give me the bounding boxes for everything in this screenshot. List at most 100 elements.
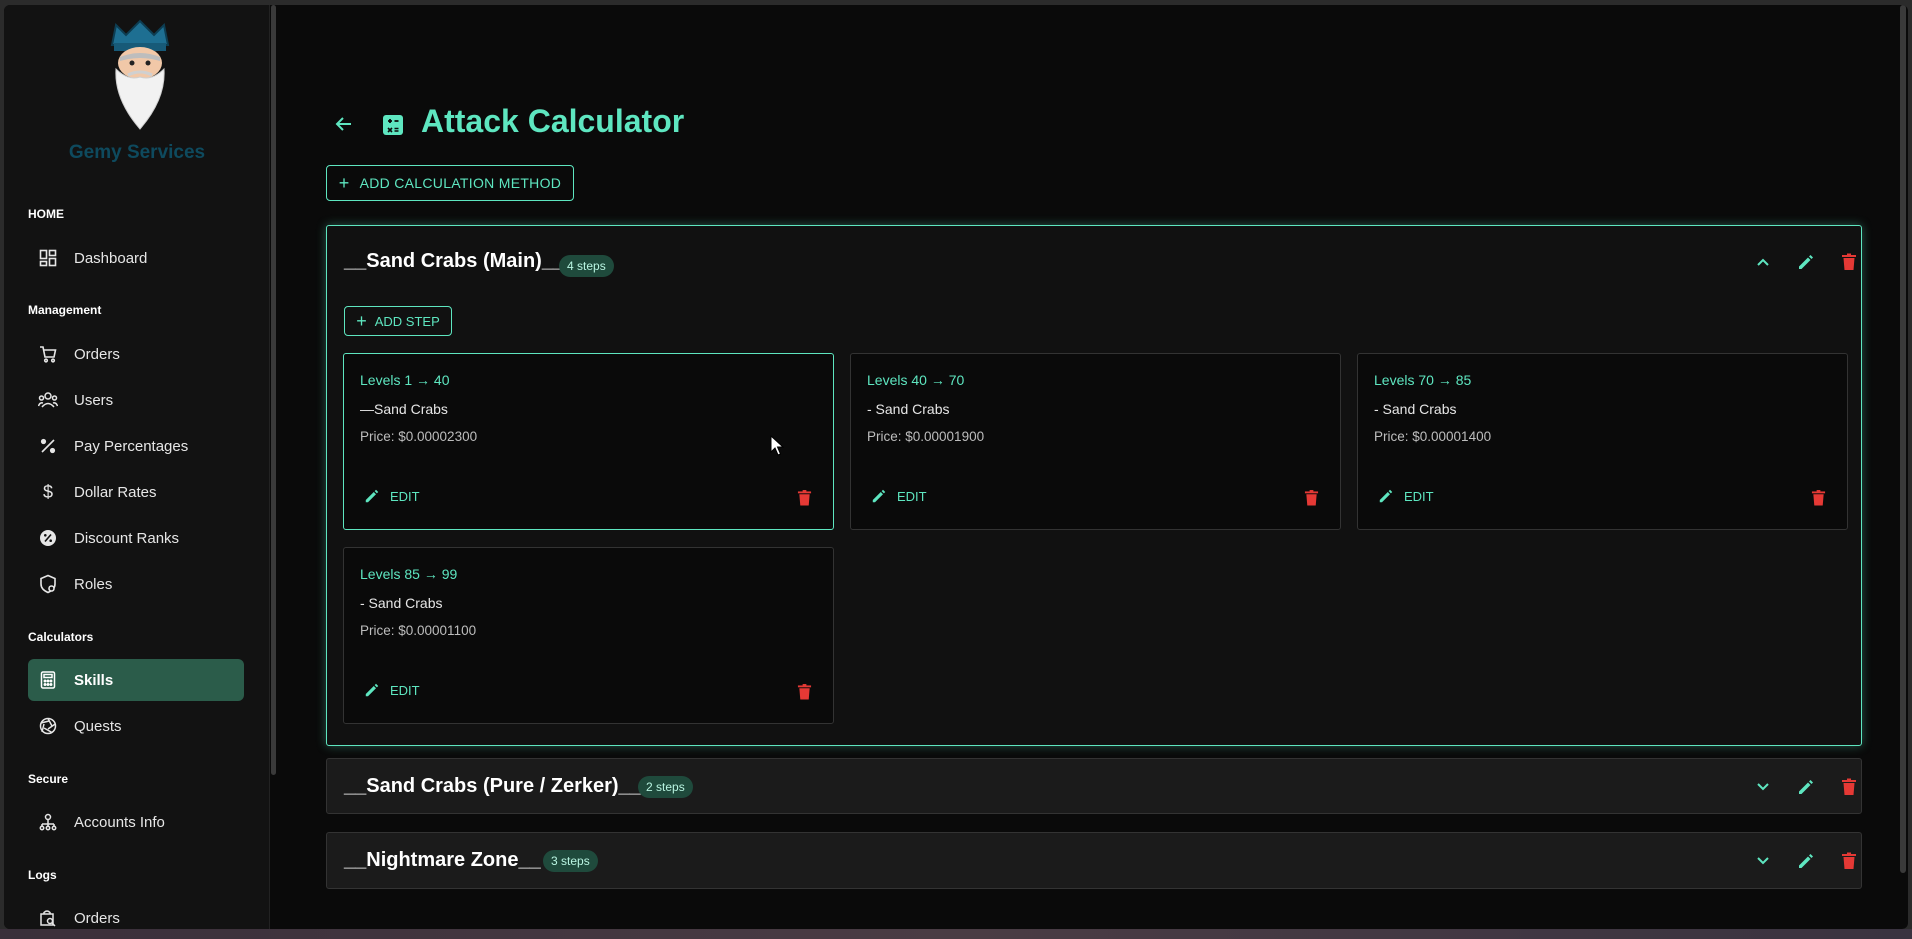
method-title: __Sand Crabs (Pure / Zerker)__: [344, 775, 641, 797]
aperture-icon: [38, 716, 58, 736]
step-card: Levels 40 → 70 - Sand Crabs Price: $0.00…: [850, 353, 1341, 530]
dollar-icon: $: [42, 481, 53, 502]
edit-method-button[interactable]: [1792, 847, 1820, 875]
sidebar-item-dollar-rates[interactable]: $ Dollar Rates: [28, 471, 244, 513]
trash-icon: [1811, 490, 1825, 506]
sidebar-item-label: Skills: [74, 671, 114, 689]
add-step-label: ADD STEP: [374, 313, 440, 329]
step-levels: Levels 40 → 70: [867, 372, 965, 388]
sidebar-item-users[interactable]: Users: [28, 379, 244, 421]
sidebar-item-quests[interactable]: Quests: [28, 705, 244, 747]
method-panel-sand-crabs-main: __Sand Crabs (Main)__ 4 steps + ADD STEP…: [326, 225, 1862, 746]
delete-method-button[interactable]: [1835, 773, 1863, 801]
back-button[interactable]: [331, 111, 357, 137]
sidebar-item-skills[interactable]: Skills: [28, 659, 244, 701]
method-title: __Sand Crabs (Main)__: [344, 250, 565, 272]
sidebar-scrollbar[interactable]: [271, 5, 276, 775]
method-panel-sand-crabs-pure-zerker[interactable]: __Sand Crabs (Pure / Zerker)__ 2 steps: [326, 758, 1862, 814]
sidebar-item-log-orders[interactable]: Orders: [28, 897, 244, 929]
step-levels: Levels 1 → 40: [360, 372, 450, 388]
method-panel-nightmare-zone[interactable]: __Nightmare Zone__ 3 steps: [326, 832, 1862, 889]
delete-step-button[interactable]: [793, 487, 815, 509]
step-name: —Sand Crabs: [360, 401, 448, 417]
section-logs: Logs: [28, 868, 57, 882]
section-secure: Secure: [28, 772, 69, 786]
dashboard-icon: [38, 248, 58, 268]
sidebar: Gemy Services HOME Dashboard Management …: [4, 5, 270, 929]
edit-step-button[interactable]: EDIT: [871, 488, 927, 504]
method-title: __Nightmare Zone__: [344, 849, 541, 871]
arrow-left-icon: [335, 117, 351, 131]
step-price: Price: $0.00002300: [360, 429, 478, 444]
steps-badge: 2 steps: [638, 776, 693, 798]
add-step-button[interactable]: + ADD STEP: [344, 306, 452, 336]
sidebar-item-label: Roles: [74, 575, 113, 593]
step-levels: Levels 85 → 99: [360, 566, 458, 582]
edit-step-button[interactable]: EDIT: [1378, 488, 1434, 504]
pencil-icon: [1799, 780, 1813, 794]
sidebar-item-label: Pay Percentages: [74, 437, 189, 455]
desktop-taskbar-edge: [0, 929, 1912, 939]
pencil-icon: [364, 682, 380, 698]
step-levels: Levels 70 → 85: [1374, 372, 1472, 388]
step-price: Price: $0.00001400: [1374, 429, 1492, 444]
expand-button[interactable]: [1749, 847, 1777, 875]
app-window: Gemy Services HOME Dashboard Management …: [4, 5, 1908, 929]
collapse-button[interactable]: [1749, 248, 1777, 276]
expand-button[interactable]: [1749, 773, 1777, 801]
delete-step-button[interactable]: [1300, 487, 1322, 509]
edit-step-button[interactable]: EDIT: [364, 682, 420, 698]
page-scrollbar[interactable]: [1900, 5, 1906, 873]
add-calculation-method-label: ADD CALCULATION METHOD: [359, 175, 562, 191]
pencil-icon: [871, 488, 887, 504]
sidebar-item-accounts-info[interactable]: Accounts Info: [28, 801, 244, 843]
add-calculation-method-button[interactable]: + ADD CALCULATION METHOD: [326, 165, 574, 201]
step-name: - Sand Crabs: [360, 595, 443, 611]
edit-method-button[interactable]: [1792, 773, 1820, 801]
steps-badge: 3 steps: [543, 850, 598, 872]
step-card: Levels 70 → 85 - Sand Crabs Price: $0.00…: [1357, 353, 1848, 530]
edit-label: EDIT: [390, 488, 420, 504]
plus-icon: +: [356, 311, 367, 331]
trash-icon: [1842, 852, 1856, 869]
sidebar-item-pay-percentages[interactable]: Pay Percentages: [28, 425, 244, 467]
cart-icon: [38, 344, 58, 364]
page-title: Attack Calculator: [421, 103, 685, 139]
delete-step-button[interactable]: [793, 681, 815, 703]
chevron-down-icon: [1757, 857, 1769, 865]
brand-name: Gemy Services: [68, 142, 206, 163]
delete-step-button[interactable]: [1807, 487, 1829, 509]
chevron-up-icon: [1757, 258, 1769, 266]
mouse-pointer-icon: [770, 435, 784, 456]
step-card: Levels 85 → 99 - Sand Crabs Price: $0.00…: [343, 547, 834, 724]
chevron-down-icon: [1757, 783, 1769, 791]
sidebar-item-discount-ranks[interactable]: Discount Ranks: [28, 517, 244, 559]
sidebar-item-label: Orders: [74, 909, 120, 927]
sidebar-item-label: Orders: [74, 345, 120, 363]
edit-label: EDIT: [1404, 488, 1434, 504]
main-content: Attack Calculator + ADD CALCULATION METH…: [277, 5, 1908, 929]
edit-label: EDIT: [390, 682, 420, 698]
step-name: - Sand Crabs: [867, 401, 950, 417]
sidebar-item-label: Discount Ranks: [74, 529, 180, 547]
delete-method-button[interactable]: [1835, 248, 1863, 276]
section-management: Management: [28, 303, 102, 317]
edit-method-button[interactable]: [1792, 248, 1820, 276]
step-price: Price: $0.00001100: [360, 623, 477, 638]
delete-method-button[interactable]: [1835, 847, 1863, 875]
percent-icon: [38, 436, 58, 456]
account-tree-icon: [38, 812, 58, 832]
edit-step-button[interactable]: EDIT: [364, 488, 420, 504]
sidebar-item-label: Accounts Info: [74, 813, 165, 831]
trash-icon: [1842, 253, 1856, 270]
pencil-icon: [1799, 255, 1813, 269]
pencil-icon: [1799, 854, 1813, 868]
sidebar-item-orders[interactable]: Orders: [28, 333, 244, 375]
pencil-icon: [364, 488, 380, 504]
shield-icon: [38, 574, 58, 594]
sidebar-item-dashboard[interactable]: Dashboard: [28, 237, 244, 279]
shopping-bag-search-icon: [38, 908, 58, 928]
sidebar-item-label: Dashboard: [74, 249, 148, 267]
sidebar-item-roles[interactable]: Roles: [28, 563, 244, 605]
users-icon: [38, 390, 58, 410]
